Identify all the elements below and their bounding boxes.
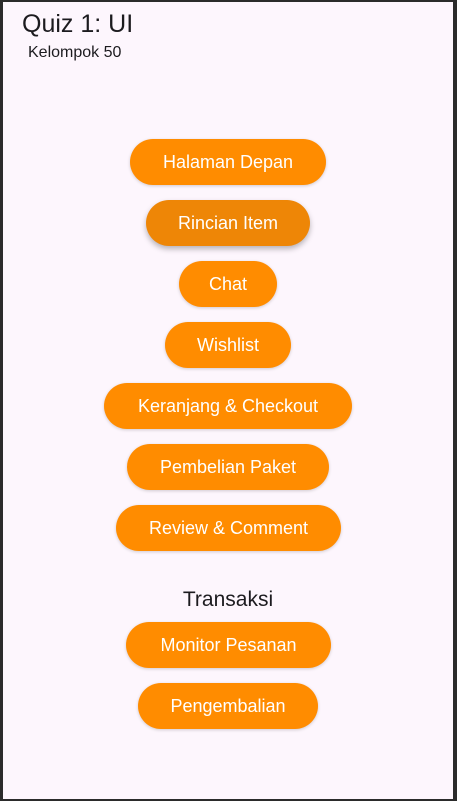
pengembalian-button[interactable]: Pengembalian <box>138 683 318 729</box>
chat-button[interactable]: Chat <box>179 261 277 307</box>
app-screen: Quiz 1: UI Kelompok 50 Halaman Depan Rin… <box>3 2 453 799</box>
app-subtitle: Kelompok 50 <box>28 44 122 61</box>
halaman-depan-button[interactable]: Halaman Depan <box>130 139 326 185</box>
rincian-item-button[interactable]: Rincian Item <box>146 200 310 246</box>
review-comment-button[interactable]: Review & Comment <box>116 505 341 551</box>
wishlist-button[interactable]: Wishlist <box>165 322 291 368</box>
app-title: Quiz 1: UI <box>22 10 134 38</box>
transaksi-heading: Transaksi <box>182 588 274 611</box>
pembelian-paket-button[interactable]: Pembelian Paket <box>127 444 329 490</box>
monitor-pesanan-button[interactable]: Monitor Pesanan <box>126 622 331 668</box>
keranjang-checkout-button[interactable]: Keranjang & Checkout <box>104 383 352 429</box>
